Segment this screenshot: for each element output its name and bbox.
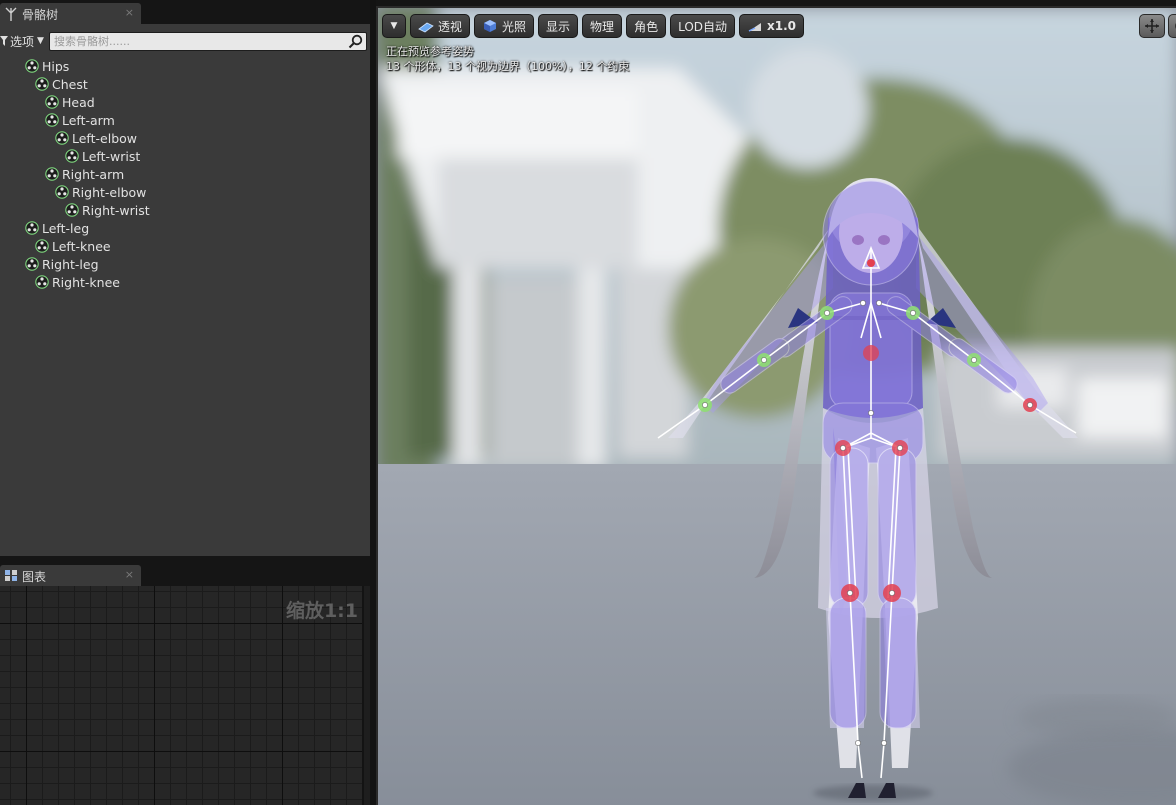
physics-label: 物理 <box>590 19 615 34</box>
lit-cube-icon <box>484 20 497 32</box>
lighting-button[interactable]: 光照 <box>474 14 535 38</box>
bone-name: Hips <box>42 58 70 74</box>
close-icon[interactable]: × <box>125 568 134 581</box>
lighting-label: 光照 <box>502 19 527 34</box>
viewport-menu-button[interactable]: ▼ <box>382 14 406 38</box>
viewport[interactable]: ▼ 透视 光照 显示 物理 角色 LOD自动 x1.0 正在预览参考姿势 13 … <box>376 6 1176 805</box>
tab-graph-label: 图表 <box>22 569 47 584</box>
bone-tree-item[interactable]: Left-arm <box>45 111 115 129</box>
bone-name: Right-arm <box>62 166 125 182</box>
bone-name: Right-wrist <box>82 202 150 218</box>
bone-icon <box>35 239 49 253</box>
bone-icon <box>25 59 39 73</box>
filter-icon <box>0 36 8 46</box>
bone-name: Left-wrist <box>82 148 141 164</box>
move-arrows-icon <box>1145 19 1159 33</box>
lod-button[interactable]: LOD自动 <box>670 14 736 38</box>
character-label: 角色 <box>634 19 659 34</box>
graph-icon <box>4 569 18 583</box>
graph-canvas[interactable]: 缩放1:1 <box>0 586 370 805</box>
perspective-label: 透视 <box>438 19 463 34</box>
zoom-label: 缩放1:1 <box>285 600 358 622</box>
bone-tree-item[interactable]: Right-wrist <box>65 201 150 219</box>
chevron-down-icon: ▼ <box>37 36 44 46</box>
bone-tree-item[interactable]: Left-knee <box>35 237 111 255</box>
physics-asset-editor: 骨骼树 × 选项 ▼ Hips Chest Head Left-arm Left-elb… <box>0 0 1176 805</box>
chevron-down-icon: ▼ <box>390 21 398 31</box>
bone-name: Head <box>62 94 95 110</box>
bone-name: Left-elbow <box>72 130 137 146</box>
playback-speed-label: x1.0 <box>767 19 797 33</box>
bone-icon <box>65 203 79 217</box>
bone-tree-item[interactable]: Right-elbow <box>55 183 146 201</box>
left-column: 骨骼树 × 选项 ▼ Hips Chest Head Left-arm Left-elb… <box>0 0 372 805</box>
bone-name: Left-knee <box>52 238 111 254</box>
body-count-status: 13 个形体，13 个视为边界（100%），12 个约束 <box>386 60 630 73</box>
show-label: 显示 <box>546 19 571 34</box>
bone-name: Right-elbow <box>72 184 147 200</box>
bone-name: Right-leg <box>42 256 99 272</box>
bone-icon <box>35 77 49 91</box>
bone-tree-item[interactable]: Right-leg <box>25 255 99 273</box>
lod-label: LOD自动 <box>678 19 728 34</box>
viewport-info: 正在预览参考姿势 13 个形体，13 个视为边界（100%），12 个约束 <box>386 44 629 74</box>
preview-status: 正在预览参考姿势 <box>386 45 474 58</box>
show-button[interactable]: 显示 <box>538 14 579 38</box>
perspective-button[interactable]: 透视 <box>410 14 471 38</box>
transform-tools <box>1139 14 1176 38</box>
options-label: 选项 <box>10 34 35 49</box>
bone-tree-item[interactable]: Right-knee <box>35 273 120 291</box>
rotate-tool-button[interactable] <box>1168 14 1176 38</box>
bone-icon <box>35 275 49 289</box>
bone-icon <box>25 221 39 235</box>
playback-speed-button[interactable]: x1.0 <box>739 14 805 38</box>
bone-icon <box>45 113 59 127</box>
options-button[interactable]: 选项 ▼ <box>0 32 44 50</box>
bone-icon <box>45 167 59 181</box>
bone-tree-item[interactable]: Left-leg <box>25 219 89 237</box>
tab-skeleton-tree[interactable]: 骨骼树 × <box>0 3 141 25</box>
close-icon[interactable]: × <box>125 6 134 19</box>
bone-name: Left-leg <box>42 220 90 236</box>
scene <box>378 8 1176 805</box>
bone-name: Left-arm <box>62 112 115 128</box>
tab-skeleton-tree-label: 骨骼树 <box>22 7 59 22</box>
translate-tool-button[interactable] <box>1139 14 1165 38</box>
skeleton-tree-tabbar: 骨骼树 × <box>0 0 372 25</box>
viewport-toolbar: ▼ 透视 光照 显示 物理 角色 LOD自动 x1.0 <box>382 14 805 40</box>
search-icon[interactable] <box>348 34 363 49</box>
tab-graph[interactable]: 图表 × <box>0 565 141 587</box>
graph-tabbar: 图表 × <box>0 562 372 587</box>
bone-tree-item[interactable]: Chest <box>35 75 88 93</box>
skeleton-tree-icon <box>4 7 18 21</box>
background <box>378 8 1176 478</box>
bone-icon <box>45 95 59 109</box>
speed-icon <box>748 23 762 32</box>
skeleton-tree-panel: 选项 ▼ Hips Chest Head Left-arm Left-elbow Left… <box>0 24 370 556</box>
bone-name: Chest <box>52 76 88 92</box>
bone-icon <box>55 185 69 199</box>
bone-name: Right-knee <box>52 274 120 290</box>
perspective-icon <box>418 22 434 33</box>
bone-tree-item[interactable]: Right-arm <box>45 165 124 183</box>
character-button[interactable]: 角色 <box>626 14 667 38</box>
bone-tree-item[interactable]: Left-wrist <box>65 147 140 165</box>
bone-icon <box>25 257 39 271</box>
physics-button[interactable]: 物理 <box>582 14 623 38</box>
tree-toolbar: 选项 ▼ <box>0 30 370 52</box>
bone-tree-item[interactable]: Head <box>45 93 95 111</box>
bone-tree-item[interactable]: Hips <box>25 57 69 75</box>
bone-icon <box>55 131 69 145</box>
bone-tree-item[interactable]: Left-elbow <box>55 129 137 147</box>
search-box <box>49 32 367 51</box>
search-input[interactable] <box>54 34 342 49</box>
bone-icon <box>65 149 79 163</box>
